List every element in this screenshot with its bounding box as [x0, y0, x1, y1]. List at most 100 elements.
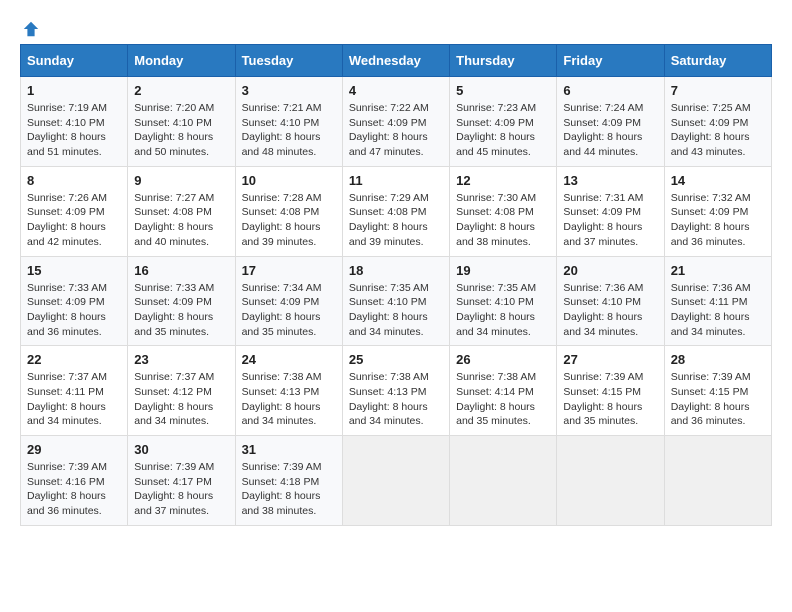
day-number: 3: [242, 83, 336, 98]
weekday-header-tuesday: Tuesday: [235, 45, 342, 77]
day-info: Sunrise: 7:23 AMSunset: 4:09 PMDaylight:…: [456, 102, 536, 158]
day-number: 10: [242, 173, 336, 188]
calendar-day-cell: 12 Sunrise: 7:30 AMSunset: 4:08 PMDaylig…: [450, 166, 557, 256]
day-number: 25: [349, 352, 443, 367]
weekday-header-friday: Friday: [557, 45, 664, 77]
calendar-day-cell: 31 Sunrise: 7:39 AMSunset: 4:18 PMDaylig…: [235, 436, 342, 526]
day-info: Sunrise: 7:30 AMSunset: 4:08 PMDaylight:…: [456, 192, 536, 248]
day-number: 26: [456, 352, 550, 367]
page-header: [20, 20, 772, 34]
day-number: 13: [563, 173, 657, 188]
calendar-week-row: 15 Sunrise: 7:33 AMSunset: 4:09 PMDaylig…: [21, 256, 772, 346]
day-info: Sunrise: 7:39 AMSunset: 4:15 PMDaylight:…: [671, 371, 751, 427]
calendar-week-row: 22 Sunrise: 7:37 AMSunset: 4:11 PMDaylig…: [21, 346, 772, 436]
day-number: 5: [456, 83, 550, 98]
empty-cell: [342, 436, 449, 526]
day-info: Sunrise: 7:36 AMSunset: 4:10 PMDaylight:…: [563, 282, 643, 338]
day-info: Sunrise: 7:29 AMSunset: 4:08 PMDaylight:…: [349, 192, 429, 248]
day-number: 15: [27, 263, 121, 278]
day-number: 6: [563, 83, 657, 98]
calendar-day-cell: 8 Sunrise: 7:26 AMSunset: 4:09 PMDayligh…: [21, 166, 128, 256]
empty-cell: [450, 436, 557, 526]
day-number: 18: [349, 263, 443, 278]
day-info: Sunrise: 7:32 AMSunset: 4:09 PMDaylight:…: [671, 192, 751, 248]
day-info: Sunrise: 7:39 AMSunset: 4:16 PMDaylight:…: [27, 461, 107, 517]
calendar-day-cell: 15 Sunrise: 7:33 AMSunset: 4:09 PMDaylig…: [21, 256, 128, 346]
day-number: 17: [242, 263, 336, 278]
calendar-day-cell: 26 Sunrise: 7:38 AMSunset: 4:14 PMDaylig…: [450, 346, 557, 436]
calendar-table: SundayMondayTuesdayWednesdayThursdayFrid…: [20, 44, 772, 526]
day-number: 23: [134, 352, 228, 367]
day-info: Sunrise: 7:36 AMSunset: 4:11 PMDaylight:…: [671, 282, 751, 338]
day-info: Sunrise: 7:33 AMSunset: 4:09 PMDaylight:…: [134, 282, 214, 338]
day-info: Sunrise: 7:38 AMSunset: 4:13 PMDaylight:…: [242, 371, 322, 427]
day-number: 8: [27, 173, 121, 188]
day-number: 22: [27, 352, 121, 367]
calendar-day-cell: 11 Sunrise: 7:29 AMSunset: 4:08 PMDaylig…: [342, 166, 449, 256]
day-info: Sunrise: 7:38 AMSunset: 4:13 PMDaylight:…: [349, 371, 429, 427]
day-info: Sunrise: 7:24 AMSunset: 4:09 PMDaylight:…: [563, 102, 643, 158]
calendar-day-cell: 10 Sunrise: 7:28 AMSunset: 4:08 PMDaylig…: [235, 166, 342, 256]
calendar-week-row: 29 Sunrise: 7:39 AMSunset: 4:16 PMDaylig…: [21, 436, 772, 526]
logo-icon: [22, 20, 40, 38]
day-number: 20: [563, 263, 657, 278]
day-info: Sunrise: 7:20 AMSunset: 4:10 PMDaylight:…: [134, 102, 214, 158]
day-number: 7: [671, 83, 765, 98]
weekday-header-monday: Monday: [128, 45, 235, 77]
calendar-day-cell: 18 Sunrise: 7:35 AMSunset: 4:10 PMDaylig…: [342, 256, 449, 346]
weekday-header-sunday: Sunday: [21, 45, 128, 77]
weekday-header-wednesday: Wednesday: [342, 45, 449, 77]
day-info: Sunrise: 7:39 AMSunset: 4:15 PMDaylight:…: [563, 371, 643, 427]
calendar-day-cell: 28 Sunrise: 7:39 AMSunset: 4:15 PMDaylig…: [664, 346, 771, 436]
day-info: Sunrise: 7:37 AMSunset: 4:12 PMDaylight:…: [134, 371, 214, 427]
calendar-week-row: 1 Sunrise: 7:19 AMSunset: 4:10 PMDayligh…: [21, 77, 772, 167]
calendar-day-cell: 14 Sunrise: 7:32 AMSunset: 4:09 PMDaylig…: [664, 166, 771, 256]
day-number: 28: [671, 352, 765, 367]
day-number: 29: [27, 442, 121, 457]
day-info: Sunrise: 7:28 AMSunset: 4:08 PMDaylight:…: [242, 192, 322, 248]
calendar-day-cell: 21 Sunrise: 7:36 AMSunset: 4:11 PMDaylig…: [664, 256, 771, 346]
day-number: 16: [134, 263, 228, 278]
empty-cell: [557, 436, 664, 526]
day-number: 9: [134, 173, 228, 188]
empty-cell: [664, 436, 771, 526]
calendar-day-cell: 2 Sunrise: 7:20 AMSunset: 4:10 PMDayligh…: [128, 77, 235, 167]
calendar-day-cell: 17 Sunrise: 7:34 AMSunset: 4:09 PMDaylig…: [235, 256, 342, 346]
calendar-day-cell: 9 Sunrise: 7:27 AMSunset: 4:08 PMDayligh…: [128, 166, 235, 256]
day-number: 4: [349, 83, 443, 98]
calendar-day-cell: 4 Sunrise: 7:22 AMSunset: 4:09 PMDayligh…: [342, 77, 449, 167]
calendar-day-cell: 30 Sunrise: 7:39 AMSunset: 4:17 PMDaylig…: [128, 436, 235, 526]
day-number: 30: [134, 442, 228, 457]
day-info: Sunrise: 7:25 AMSunset: 4:09 PMDaylight:…: [671, 102, 751, 158]
day-number: 27: [563, 352, 657, 367]
day-number: 24: [242, 352, 336, 367]
calendar-day-cell: 25 Sunrise: 7:38 AMSunset: 4:13 PMDaylig…: [342, 346, 449, 436]
day-info: Sunrise: 7:31 AMSunset: 4:09 PMDaylight:…: [563, 192, 643, 248]
calendar-day-cell: 24 Sunrise: 7:38 AMSunset: 4:13 PMDaylig…: [235, 346, 342, 436]
day-number: 31: [242, 442, 336, 457]
calendar-day-cell: 20 Sunrise: 7:36 AMSunset: 4:10 PMDaylig…: [557, 256, 664, 346]
day-info: Sunrise: 7:22 AMSunset: 4:09 PMDaylight:…: [349, 102, 429, 158]
weekday-header-row: SundayMondayTuesdayWednesdayThursdayFrid…: [21, 45, 772, 77]
calendar-day-cell: 22 Sunrise: 7:37 AMSunset: 4:11 PMDaylig…: [21, 346, 128, 436]
calendar-day-cell: 3 Sunrise: 7:21 AMSunset: 4:10 PMDayligh…: [235, 77, 342, 167]
day-number: 2: [134, 83, 228, 98]
day-number: 14: [671, 173, 765, 188]
calendar-day-cell: 6 Sunrise: 7:24 AMSunset: 4:09 PMDayligh…: [557, 77, 664, 167]
day-number: 21: [671, 263, 765, 278]
day-info: Sunrise: 7:34 AMSunset: 4:09 PMDaylight:…: [242, 282, 322, 338]
day-number: 12: [456, 173, 550, 188]
calendar-day-cell: 1 Sunrise: 7:19 AMSunset: 4:10 PMDayligh…: [21, 77, 128, 167]
day-number: 11: [349, 173, 443, 188]
day-info: Sunrise: 7:19 AMSunset: 4:10 PMDaylight:…: [27, 102, 107, 158]
calendar-day-cell: 27 Sunrise: 7:39 AMSunset: 4:15 PMDaylig…: [557, 346, 664, 436]
weekday-header-thursday: Thursday: [450, 45, 557, 77]
day-info: Sunrise: 7:33 AMSunset: 4:09 PMDaylight:…: [27, 282, 107, 338]
day-info: Sunrise: 7:38 AMSunset: 4:14 PMDaylight:…: [456, 371, 536, 427]
day-info: Sunrise: 7:27 AMSunset: 4:08 PMDaylight:…: [134, 192, 214, 248]
calendar-day-cell: 13 Sunrise: 7:31 AMSunset: 4:09 PMDaylig…: [557, 166, 664, 256]
day-info: Sunrise: 7:39 AMSunset: 4:18 PMDaylight:…: [242, 461, 322, 517]
day-number: 19: [456, 263, 550, 278]
calendar-day-cell: 29 Sunrise: 7:39 AMSunset: 4:16 PMDaylig…: [21, 436, 128, 526]
logo: [20, 20, 40, 34]
